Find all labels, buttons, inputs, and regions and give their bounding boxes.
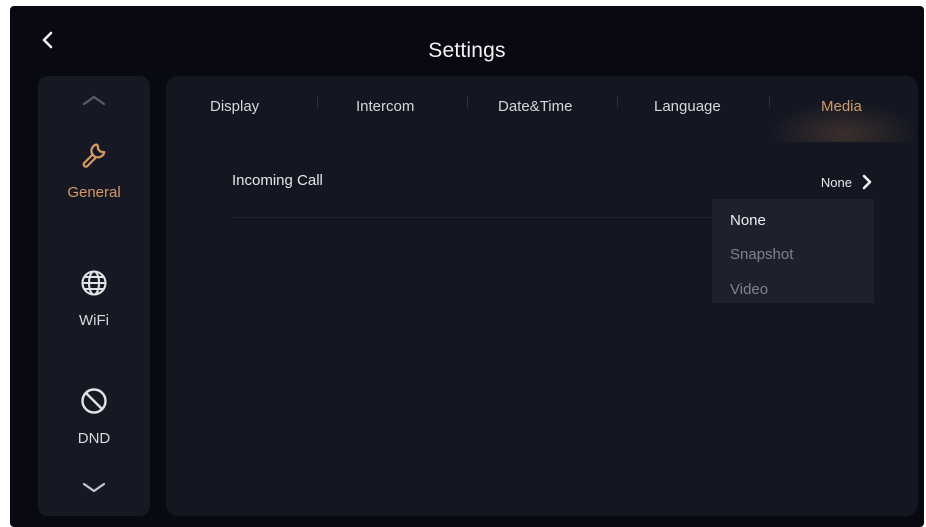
tab-language[interactable]: Language [654,98,721,115]
chevron-up-icon [82,95,106,106]
sidebar-item-label: General [67,184,121,201]
tab-media[interactable]: Media [821,98,862,115]
sidebar: General WiFi DND [38,76,150,516]
incoming-call-value: None [820,175,852,190]
sidebar-item-dnd[interactable]: DND [38,386,150,466]
dropdown-option-video[interactable]: Video [730,281,768,298]
incoming-call-dropdown: None Snapshot Video [712,199,874,303]
main-panel: Display Intercom Date&Time Language Medi… [166,76,918,516]
tab-divider [317,96,318,108]
tab-date-time[interactable]: Date&Time [498,98,572,115]
sidebar-item-label: DND [77,430,111,447]
do-not-disturb-icon [81,388,107,414]
scroll-up-button[interactable] [76,92,112,108]
sidebar-item-general[interactable]: General [38,140,150,220]
globe-icon [81,270,107,296]
tab-display[interactable]: Display [210,98,259,115]
tab-divider [617,96,618,108]
chevron-right-icon [862,174,872,190]
page-title: Settings [428,39,506,62]
tab-divider [769,96,770,108]
settings-screen: Settings General WiFi DND Display Interc… [10,6,924,527]
sidebar-item-wifi[interactable]: WiFi [38,268,150,348]
chevron-down-icon [82,482,106,493]
dropdown-option-snapshot[interactable]: Snapshot [730,246,793,263]
incoming-call-label: Incoming Call [232,172,323,189]
tab-divider [467,96,468,108]
tab-intercom[interactable]: Intercom [356,98,414,115]
wrench-icon [82,143,106,168]
sidebar-item-label: WiFi [79,312,109,329]
dropdown-option-none[interactable]: None [730,212,766,229]
scroll-down-button[interactable] [76,480,112,496]
